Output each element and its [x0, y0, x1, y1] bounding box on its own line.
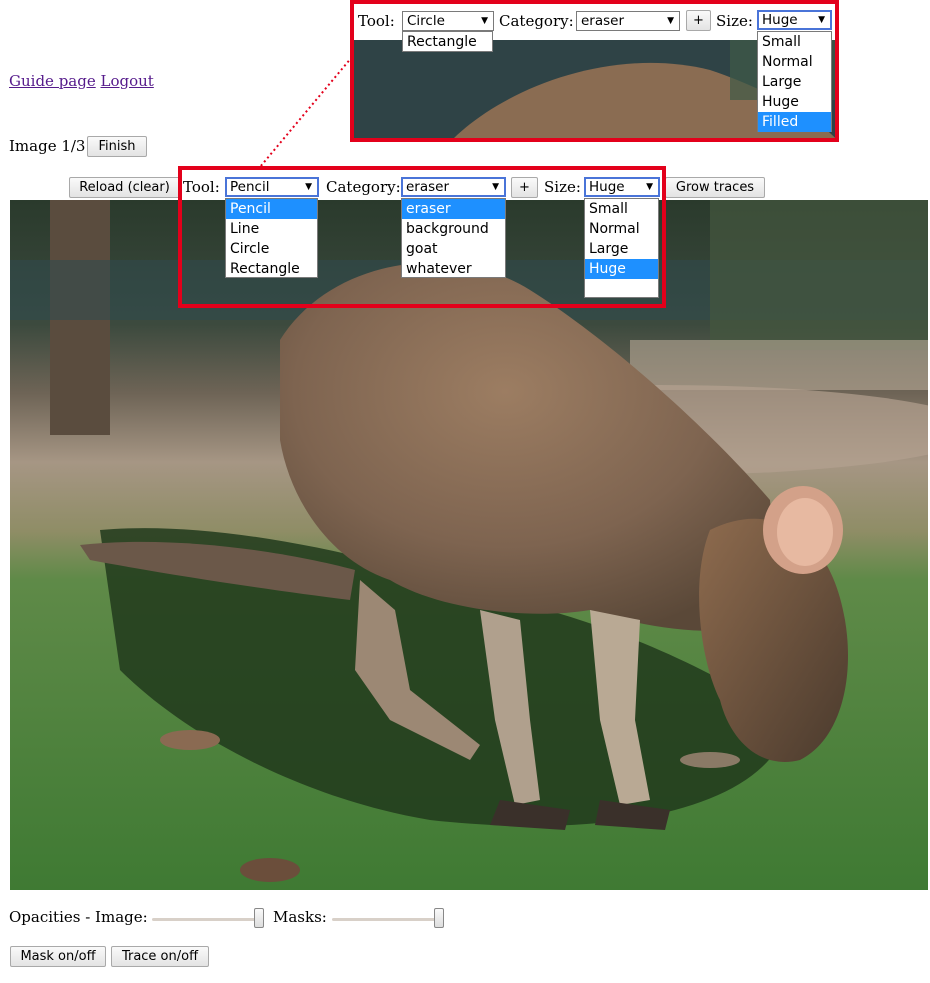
- finish-button[interactable]: Finish: [87, 136, 147, 157]
- image-opacity-track[interactable]: [152, 918, 264, 921]
- image-progress: Image 1/3: [9, 137, 86, 155]
- logout-link[interactable]: Logout: [101, 72, 154, 90]
- grow-traces-button[interactable]: Grow traces: [665, 177, 765, 198]
- mask-opacity-track[interactable]: [332, 918, 444, 921]
- image-opacity-slider[interactable]: [254, 908, 264, 928]
- masks-opacity-label: Masks:: [273, 908, 327, 926]
- opacity-label: Opacities - Image:: [9, 908, 148, 926]
- reload-button[interactable]: Reload (clear): [69, 177, 180, 198]
- nav-links: Guide page Logout: [9, 72, 154, 90]
- callout-box-main: [178, 166, 666, 308]
- callout-connector: [259, 56, 353, 168]
- mask-toggle-button[interactable]: Mask on/off: [10, 946, 106, 967]
- mask-opacity-slider[interactable]: [434, 908, 444, 928]
- trace-toggle-button[interactable]: Trace on/off: [111, 946, 209, 967]
- callout-box-inset: [350, 0, 839, 142]
- guide-page-link[interactable]: Guide page: [9, 72, 96, 90]
